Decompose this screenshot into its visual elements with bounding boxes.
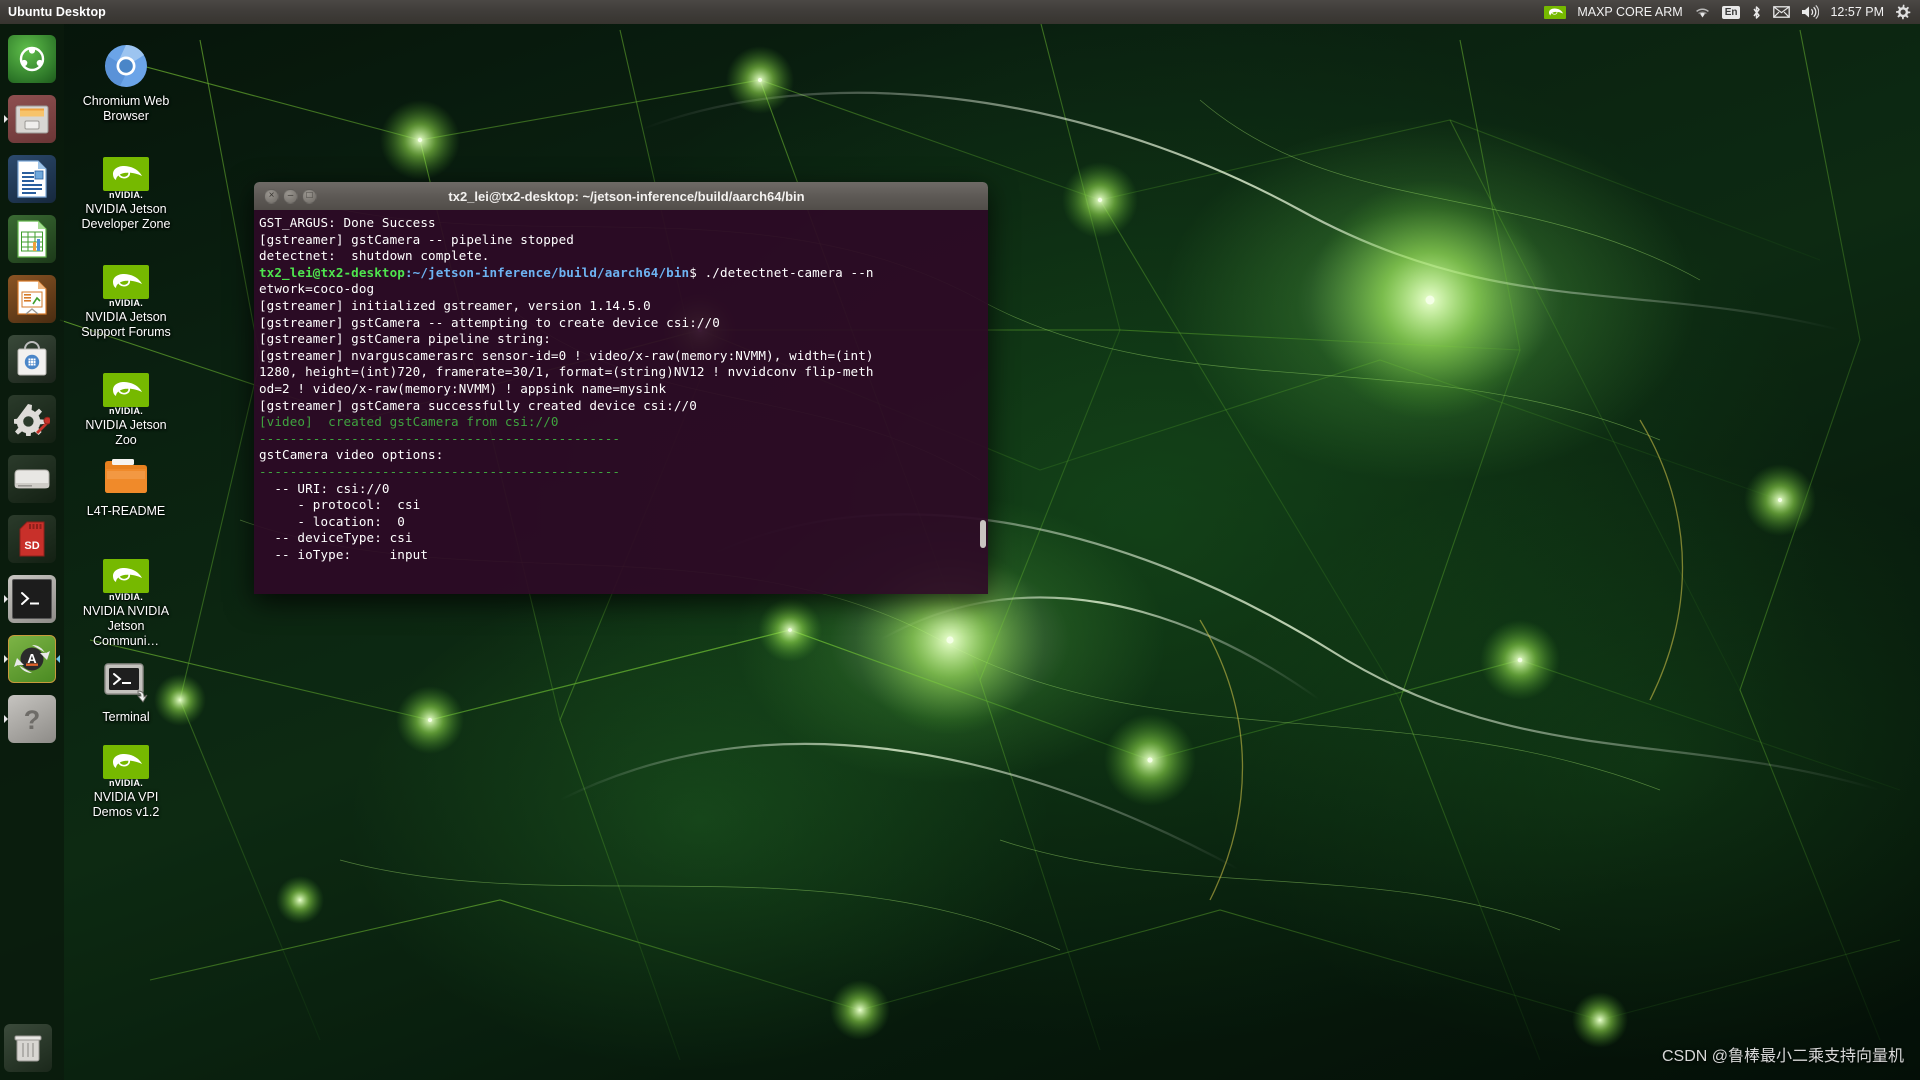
desktop-icon-label: NVIDIA VPI Demos v1.2 bbox=[92, 790, 160, 819]
launcher-item-libreoffice-calc[interactable] bbox=[4, 211, 60, 267]
desktop-icon-label: Terminal bbox=[102, 710, 150, 724]
nvidia-icon: nVIDIA. bbox=[102, 150, 150, 200]
desktop-icon-chromium[interactable]: Chromium Web Browser bbox=[80, 42, 172, 124]
terminal-output: GST_ARGUS: Done Success [gstreamer] gstC… bbox=[259, 215, 874, 562]
sd-card-icon: SD bbox=[19, 521, 45, 557]
software-updater-icon: A bbox=[14, 644, 50, 674]
terminal-scrollbar-thumb[interactable] bbox=[980, 520, 986, 548]
terminal-titlebar[interactable]: × – □ tx2_lei@tx2-desktop: ~/jetson-infe… bbox=[254, 182, 988, 210]
writer-icon bbox=[17, 160, 47, 198]
terminal-body[interactable]: GST_ARGUS: Done Success [gstreamer] gstC… bbox=[254, 210, 988, 594]
desktop-icon-label: NVIDIA Jetson Support Forums bbox=[81, 310, 171, 339]
trash-icon bbox=[14, 1035, 42, 1062]
minimize-button[interactable]: – bbox=[283, 188, 298, 204]
launcher-item-libreoffice-impress[interactable] bbox=[4, 271, 60, 327]
nvidia-icon: nVIDIA. bbox=[102, 258, 150, 308]
nvidia-wordmark: nVIDIA. bbox=[108, 592, 144, 602]
launcher-item-help[interactable]: ? bbox=[4, 691, 60, 747]
file-manager-icon bbox=[15, 105, 49, 134]
desktop-icon-label: NVIDIA NVIDIA Jetson Communi… bbox=[82, 604, 170, 648]
launcher-item-trash[interactable] bbox=[4, 1024, 52, 1072]
nvidia-eye-glyph bbox=[113, 274, 142, 288]
desktop-icon-nvidia-jetson-community[interactable]: nVIDIA. NVIDIA NVIDIA Jetson Communi… bbox=[80, 552, 172, 649]
impress-icon bbox=[17, 280, 47, 315]
launcher-item-software-updater[interactable]: A bbox=[4, 631, 60, 687]
desktop-icon-l4t-readme[interactable]: L4T-README bbox=[80, 452, 172, 519]
keyboard-layout-indicator[interactable]: En bbox=[1721, 5, 1741, 19]
nvidia-eye-glyph bbox=[113, 382, 142, 396]
launcher-item-terminal[interactable] bbox=[4, 571, 60, 627]
volume-icon[interactable] bbox=[1801, 5, 1820, 19]
nvidia-eye-glyph bbox=[1548, 8, 1563, 15]
terminal-icon bbox=[102, 658, 150, 706]
nvidia-wordmark: nVIDIA. bbox=[108, 190, 144, 200]
nvidia-logo-icon[interactable] bbox=[1544, 5, 1567, 19]
watermark: CSDN @鲁棒最小二乘支持向量机 bbox=[1661, 1048, 1904, 1065]
settings-gear-wrench-icon bbox=[14, 404, 50, 436]
system-menu-gear-icon[interactable] bbox=[1895, 4, 1911, 20]
desktop-icon-label: NVIDIA Jetson Developer Zone bbox=[81, 202, 171, 231]
nvidia-wordmark: nVIDIA. bbox=[108, 406, 144, 416]
desktop-icon-label: Chromium Web Browser bbox=[82, 94, 170, 123]
desktop-icon-jetson-support-forums[interactable]: nVIDIA. NVIDIA Jetson Support Forums bbox=[80, 258, 172, 340]
bluetooth-icon[interactable] bbox=[1751, 5, 1762, 20]
terminal-title: tx2_lei@tx2-desktop: ~/jetson-inference/… bbox=[448, 188, 805, 204]
launcher-item-libreoffice-writer[interactable] bbox=[4, 151, 60, 207]
hard-drive-icon bbox=[14, 469, 50, 489]
nvidia-icon: nVIDIA. bbox=[102, 552, 150, 602]
desktop-icon-vpi-demos[interactable]: nVIDIA. NVIDIA VPI Demos v1.2 bbox=[80, 738, 172, 820]
top-panel: Ubuntu Desktop MAXP CORE ARM En 12:57 PM bbox=[0, 0, 1920, 24]
terminal-icon bbox=[21, 592, 39, 605]
nvidia-eye-glyph bbox=[113, 166, 142, 180]
help-question-icon: ? bbox=[24, 705, 41, 735]
desktop-icon-label: NVIDIA Jetson Zoo bbox=[85, 418, 167, 447]
terminal-window[interactable]: × – □ tx2_lei@tx2-desktop: ~/jetson-infe… bbox=[254, 182, 988, 594]
nvidia-wordmark: nVIDIA. bbox=[108, 298, 144, 308]
maximize-button[interactable]: □ bbox=[302, 188, 317, 204]
panel-title[interactable]: Ubuntu Desktop bbox=[8, 5, 106, 19]
launcher-item-disk-drive[interactable] bbox=[4, 451, 60, 507]
nvidia-wordmark: nVIDIA. bbox=[108, 778, 144, 788]
ubuntu-dash-icon bbox=[19, 46, 45, 72]
nvidia-eye-glyph bbox=[113, 754, 142, 768]
svg-text:?: ? bbox=[24, 705, 41, 735]
launcher-item-software-center[interactable] bbox=[4, 331, 60, 387]
clock[interactable]: 12:57 PM bbox=[1830, 5, 1884, 19]
svg-text:SD: SD bbox=[24, 540, 39, 552]
launcher-bar: SD A ? bbox=[0, 24, 64, 1080]
mail-icon[interactable] bbox=[1773, 6, 1791, 18]
folder-icon bbox=[102, 452, 150, 500]
wifi-icon[interactable] bbox=[1694, 6, 1711, 19]
nvidia-eye-glyph bbox=[113, 568, 142, 582]
calc-icon bbox=[17, 220, 47, 258]
close-button[interactable]: × bbox=[264, 188, 279, 204]
desktop-icon-terminal[interactable]: Terminal bbox=[80, 658, 172, 725]
software-center-icon bbox=[17, 341, 47, 376]
launcher-item-files[interactable] bbox=[4, 91, 60, 147]
launcher-item-ubuntu-dash[interactable] bbox=[4, 31, 60, 87]
launcher-item-system-settings[interactable] bbox=[4, 391, 60, 447]
desktop-icon-label: L4T-README bbox=[86, 504, 166, 518]
chromium-icon bbox=[102, 42, 150, 90]
panel-indicators: MAXP CORE ARM En 12:57 PM bbox=[1544, 4, 1920, 20]
nvidia-icon: nVIDIA. bbox=[102, 738, 150, 788]
desktop-icon-jetson-developer-zone[interactable]: nVIDIA. NVIDIA Jetson Developer Zone bbox=[80, 150, 172, 232]
nvidia-icon: nVIDIA. bbox=[102, 366, 150, 416]
launcher-item-sd-card[interactable]: SD bbox=[4, 511, 60, 567]
maxp-core-arm-indicator[interactable]: MAXP CORE ARM bbox=[1577, 5, 1682, 19]
desktop-icon-jetson-zoo[interactable]: nVIDIA. NVIDIA Jetson Zoo bbox=[80, 366, 172, 448]
